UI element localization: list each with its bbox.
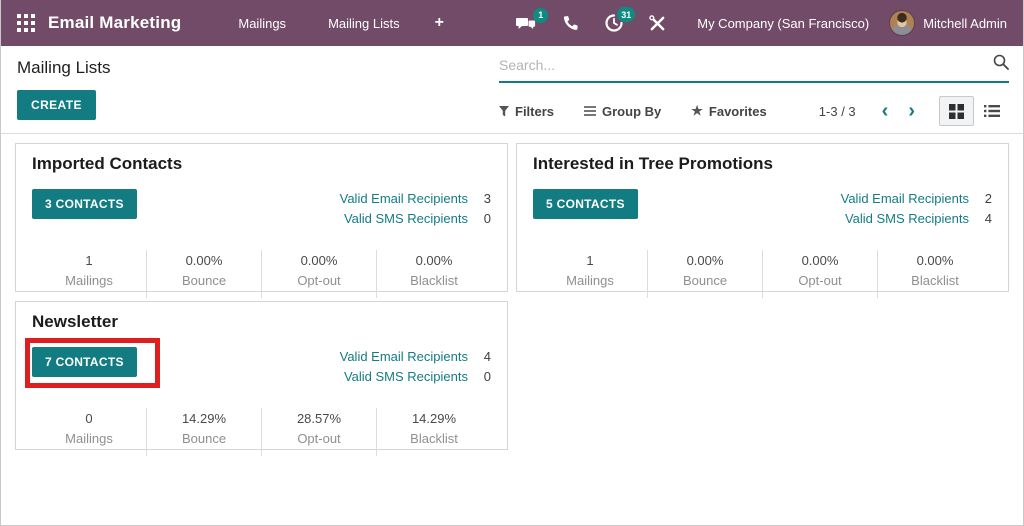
valid-sms-recipients-link[interactable]: Valid SMS Recipients: [344, 369, 468, 384]
create-button[interactable]: CREATE: [17, 90, 96, 120]
valid-sms-recipients-link[interactable]: Valid SMS Recipients: [344, 211, 468, 226]
stat-mailings: 1 Mailings: [566, 253, 614, 288]
filter-toolbar: Filters Group By ★ Favorites 1-3 / 3 ‹ ›: [499, 96, 1009, 126]
page-title: Mailing Lists: [17, 58, 111, 77]
stat-bounce: 14.29% Bounce: [146, 408, 261, 456]
stat-blacklist: 0.00% Blacklist: [877, 250, 992, 298]
pager-previous-icon[interactable]: ‹: [872, 101, 899, 121]
valid-email-recipients-link[interactable]: Valid Email Recipients: [340, 349, 468, 364]
contacts-button[interactable]: 3 CONTACTS: [32, 189, 137, 219]
favorites-button[interactable]: ★ Favorites: [691, 103, 766, 119]
list-icon: [983, 105, 1000, 117]
card-stats-row: 1 Mailings 0.00% Bounce 0.00% Opt-out 0.00%…: [32, 250, 491, 298]
top-navbar: Email Marketing Mailings Mailing Lists +…: [1, 0, 1023, 46]
group-by-button[interactable]: Group By: [584, 104, 661, 119]
activities-badge: 31: [617, 7, 636, 22]
contacts-button-wrap: 3 CONTACTS: [32, 189, 137, 219]
recipients-block: Valid Email Recipients 4 Valid SMS Recipi…: [340, 347, 491, 387]
stat-opt-out: 28.57% Opt-out: [261, 408, 376, 456]
user-menu[interactable]: Mitchell Admin: [923, 16, 1007, 31]
contacts-button-wrap: 7 CONTACTS: [25, 338, 160, 388]
card-stats-row: 0 Mailings 14.29% Bounce 28.57% Opt-out 14.…: [32, 408, 491, 456]
recipients-block: Valid Email Recipients 3 Valid SMS Recipi…: [340, 189, 491, 229]
mailing-list-card[interactable]: Interested in Tree Promotions 5 CONTACTS…: [516, 143, 1009, 298]
search-input[interactable]: [499, 56, 993, 73]
stat-mailings: 0 Mailings: [65, 411, 113, 446]
card-stats-row: 1 Mailings 0.00% Bounce 0.00% Opt-out 0.00%…: [533, 250, 992, 298]
valid-sms-recipients-value: 0: [483, 369, 491, 384]
contacts-button-wrap: 5 CONTACTS: [533, 189, 638, 219]
valid-email-recipients-value: 2: [984, 191, 992, 206]
stat-opt-out: 0.00% Opt-out: [762, 250, 877, 298]
view-switcher: [939, 96, 1009, 126]
plus-menu-icon[interactable]: +: [421, 14, 458, 32]
filter-funnel-icon: [499, 105, 509, 116]
search-bar: [499, 54, 1009, 83]
mailing-list-card[interactable]: Newsletter 7 CONTACTS Valid Email Recipi…: [15, 301, 508, 456]
company-switcher[interactable]: My Company (San Francisco): [697, 16, 869, 31]
search-icon[interactable]: [993, 54, 1009, 75]
filters-button[interactable]: Filters: [499, 104, 554, 119]
apps-grid-icon[interactable]: [17, 14, 35, 32]
tools-icon[interactable]: [636, 14, 679, 32]
star-icon: ★: [691, 103, 703, 118]
valid-email-recipients-value: 3: [483, 191, 491, 206]
card-title: Newsletter: [32, 312, 118, 331]
recipients-block: Valid Email Recipients 2 Valid SMS Recipi…: [841, 189, 992, 229]
stat-bounce: 0.00% Bounce: [647, 250, 762, 298]
valid-sms-recipients-link[interactable]: Valid SMS Recipients: [845, 211, 969, 226]
messages-icon[interactable]: 1: [503, 7, 549, 32]
mailing-lists-kanban: Imported Contacts 3 CONTACTS Valid Email…: [1, 134, 1023, 459]
phone-icon[interactable]: [549, 15, 592, 32]
valid-email-recipients-value: 4: [483, 349, 491, 364]
valid-email-recipients-link[interactable]: Valid Email Recipients: [841, 191, 969, 206]
stat-mailings: 1 Mailings: [65, 253, 113, 288]
menu-mailing-lists[interactable]: Mailing Lists: [307, 16, 421, 31]
contacts-button[interactable]: 7 CONTACTS: [32, 347, 137, 377]
user-avatar[interactable]: [889, 10, 916, 36]
main-menu: Mailings Mailing Lists +: [217, 14, 458, 32]
messages-badge: 1: [533, 7, 549, 23]
card-title: Imported Contacts: [32, 154, 183, 173]
card-title: Interested in Tree Promotions: [533, 154, 773, 173]
group-by-icon: [584, 106, 597, 116]
menu-mailings[interactable]: Mailings: [217, 16, 307, 31]
stat-blacklist: 14.29% Blacklist: [376, 408, 491, 456]
contacts-button[interactable]: 5 CONTACTS: [533, 189, 638, 219]
stat-bounce: 0.00% Bounce: [146, 250, 261, 298]
kanban-icon: [949, 103, 964, 119]
kanban-view-button[interactable]: [939, 96, 974, 126]
app-title[interactable]: Email Marketing: [48, 13, 181, 33]
mailing-list-card[interactable]: Imported Contacts 3 CONTACTS Valid Email…: [15, 143, 508, 298]
control-panel: Mailing Lists CREATE Filters Group By: [1, 46, 1023, 134]
list-view-button[interactable]: [974, 96, 1009, 126]
email-marketing-app: Email Marketing Mailings Mailing Lists +…: [0, 0, 1024, 526]
pager-range: 1-3 / 3: [818, 103, 856, 119]
pager-next-icon[interactable]: ›: [898, 101, 925, 121]
valid-email-recipients-link[interactable]: Valid Email Recipients: [340, 191, 468, 206]
activities-clock-icon[interactable]: 31: [592, 7, 636, 32]
stat-opt-out: 0.00% Opt-out: [261, 250, 376, 298]
stat-blacklist: 0.00% Blacklist: [376, 250, 491, 298]
valid-sms-recipients-value: 4: [984, 211, 992, 226]
valid-sms-recipients-value: 0: [483, 211, 491, 226]
